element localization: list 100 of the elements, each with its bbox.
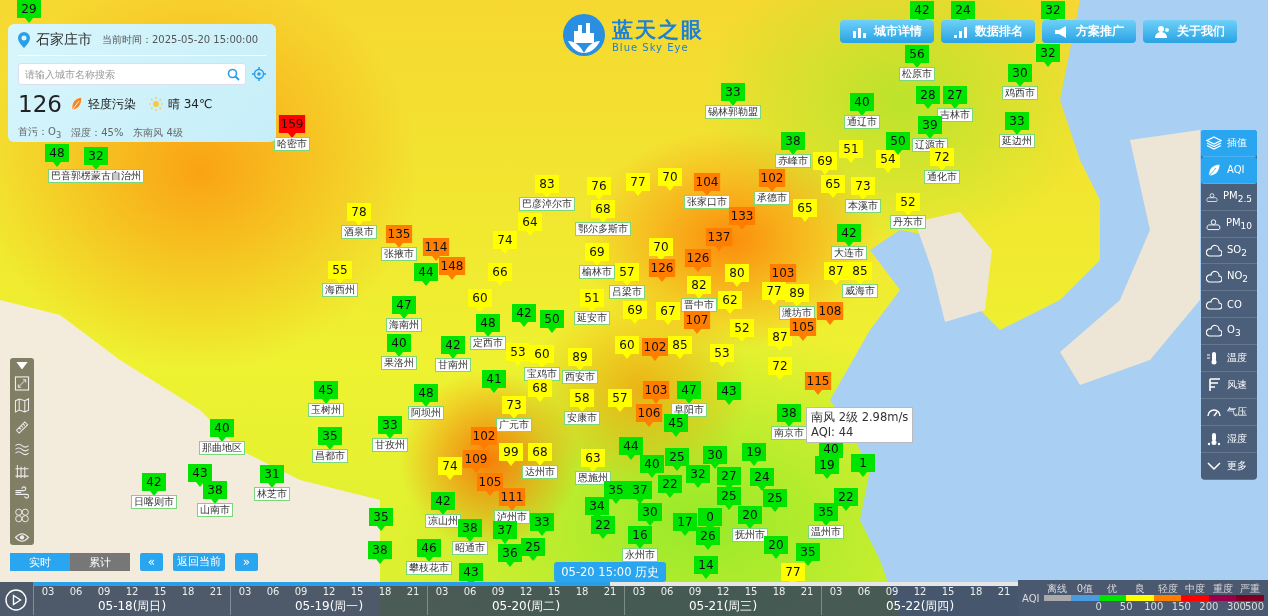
aqi-marker[interactable]: 40 [640,455,664,478]
aqi-marker[interactable]: 115 [804,372,832,395]
aqi-marker[interactable]: 42 [837,224,861,247]
aqi-marker[interactable]: 37 [628,481,652,504]
aqi-marker[interactable]: 42 [441,336,465,359]
day-label[interactable]: 05-18(周日) [97,598,167,615]
aqi-marker[interactable]: 30 [638,503,662,526]
search-field[interactable]: 请输入城市名称搜索 [18,63,246,85]
aqi-marker[interactable]: 48 [414,384,438,407]
layer-menu-item[interactable]: 风速 [1201,372,1257,399]
aqi-marker[interactable]: 87 [768,328,792,351]
aqi-marker[interactable]: 60 [615,336,639,359]
day-label[interactable]: 05-22(周四) [885,598,955,615]
layer-menu-item[interactable]: SO$_{2}$ [1201,237,1257,265]
aqi-marker[interactable]: 104 [693,173,721,196]
aqi-marker[interactable]: 82 [687,276,711,299]
aqi-marker[interactable]: 56 [905,45,929,68]
aqi-marker[interactable]: 74 [493,231,517,254]
aqi-marker[interactable]: 63 [581,449,605,472]
aqi-marker[interactable]: 53 [710,344,734,367]
collapse-icon[interactable] [16,362,28,370]
aqi-marker[interactable]: 68 [528,443,552,466]
aqi-marker[interactable]: 39 [918,116,942,139]
map-icon[interactable] [14,398,30,414]
aqi-marker[interactable]: 68 [528,379,552,402]
eye-icon[interactable] [14,530,30,545]
aqi-marker[interactable]: 32 [84,147,108,170]
aqi-marker[interactable]: 38 [458,519,482,542]
aqi-marker[interactable]: 137 [705,228,733,251]
aqi-marker[interactable]: 30 [703,446,727,469]
aqi-marker[interactable]: 20 [764,536,788,559]
aqi-marker[interactable]: 22 [658,475,682,498]
aqi-marker[interactable]: 47 [392,296,416,319]
aqi-marker[interactable]: 27 [943,86,967,109]
aqi-marker[interactable]: 14 [694,556,718,579]
search-icon[interactable] [227,68,240,81]
layer-menu-item[interactable]: 温度 [1201,345,1257,372]
aqi-marker[interactable]: 126 [648,259,676,282]
aqi-marker[interactable]: 35 [796,543,820,566]
aqi-marker[interactable]: 107 [683,311,711,334]
aqi-marker[interactable]: 25 [521,538,545,561]
aqi-marker[interactable]: 72 [930,148,954,171]
aqi-marker[interactable]: 77 [626,173,650,196]
aqi-marker[interactable]: 69 [585,243,609,266]
aqi-marker[interactable]: 42 [431,492,455,515]
aqi-marker[interactable]: 19 [815,456,839,479]
aqi-marker[interactable]: 69 [813,152,837,175]
aqi-marker[interactable]: 35 [318,427,342,450]
aqi-marker[interactable]: 36 [498,544,522,567]
aqi-marker[interactable]: 58 [570,389,594,412]
aqi-marker[interactable]: 45 [664,414,688,437]
aqi-marker[interactable]: 45 [314,381,338,404]
aqi-marker[interactable]: 22 [834,488,858,511]
aqi-marker[interactable]: 87 [824,262,848,285]
aqi-marker[interactable]: 30 [1008,64,1032,87]
day-label[interactable]: 05-20(周二) [491,598,561,615]
day-label[interactable]: 05-19(周一) [294,598,364,615]
aqi-marker[interactable]: 47 [677,381,701,404]
aqi-marker[interactable]: 1 [851,454,875,477]
aqi-marker[interactable]: 38 [781,132,805,155]
aqi-marker[interactable]: 40 [387,334,411,357]
aqi-marker[interactable]: 105 [789,318,817,341]
aqi-marker[interactable]: 29 [17,0,41,23]
measure-grid-icon[interactable] [14,464,30,480]
aqi-marker[interactable]: 53 [506,343,530,366]
aqi-marker[interactable]: 57 [615,263,639,286]
layer-menu-item[interactable]: NO$_{2}$ [1201,264,1257,292]
locate-icon[interactable] [252,67,266,81]
aqi-marker[interactable]: 65 [821,175,845,198]
play-icon[interactable] [5,589,27,611]
aqi-marker[interactable]: 62 [718,291,742,314]
aqi-marker[interactable]: 60 [530,345,554,368]
aqi-marker[interactable]: 52 [730,319,754,342]
aqi-marker[interactable]: 60 [468,289,492,312]
aqi-marker[interactable]: 80 [725,264,749,287]
aqi-marker[interactable]: 102 [758,169,786,192]
aqi-marker[interactable]: 99 [499,443,523,466]
aqi-marker[interactable]: 17 [673,513,697,536]
aqi-marker[interactable]: 103 [642,381,670,404]
layer-menu-item[interactable]: PM$_{2.5}$ [1201,183,1257,211]
aqi-marker[interactable]: 68 [591,200,615,223]
aqi-marker[interactable]: 135 [385,225,413,248]
aqi-marker[interactable]: 33 [530,513,554,536]
aqi-marker[interactable]: 67 [656,302,680,325]
aqi-marker[interactable]: 20 [738,506,762,529]
aqi-marker[interactable]: 106 [635,404,663,427]
aqi-marker[interactable]: 33 [721,83,745,106]
aqi-marker[interactable]: 77 [762,282,786,305]
aqi-marker[interactable]: 65 [793,199,817,222]
aqi-marker[interactable]: 25 [763,489,787,512]
aqi-marker[interactable]: 85 [668,336,692,359]
aqi-marker[interactable]: 35 [814,503,838,526]
aqi-marker[interactable]: 16 [628,526,652,549]
aqi-marker[interactable]: 40 [850,93,874,116]
aqi-marker[interactable]: 38 [777,404,801,427]
aqi-marker[interactable]: 85 [848,262,872,285]
aqi-marker[interactable]: 32 [1036,44,1060,67]
aqi-marker[interactable]: 72 [768,357,792,380]
aqi-marker[interactable]: 33 [1005,112,1029,135]
aqi-marker[interactable]: 25 [717,487,741,510]
